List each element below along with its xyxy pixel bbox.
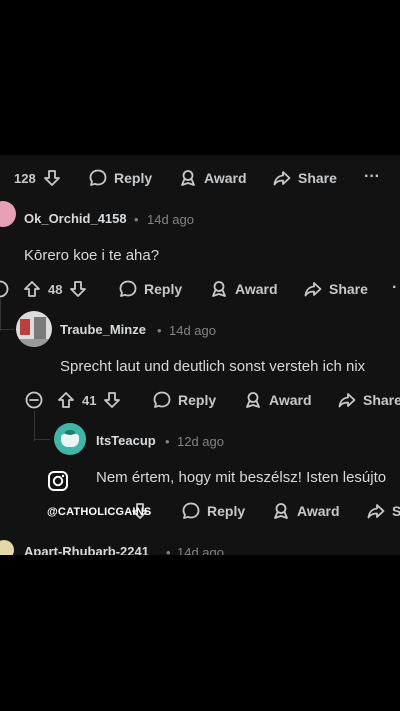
vote-group: 48 — [0, 279, 88, 299]
share-button[interactable]: S — [366, 501, 400, 521]
top-share-button[interactable]: Share — [272, 168, 337, 188]
share-label: Share — [329, 281, 368, 297]
share-label: Share — [298, 170, 337, 186]
comment-body: Sprecht laut und deutlich sonst versteh … — [60, 358, 366, 375]
award-label: Award — [204, 170, 247, 186]
reply-label: Reply — [144, 281, 183, 297]
comment-username[interactable]: Traube_Minze — [60, 322, 146, 337]
reply-button[interactable]: Reply — [181, 501, 245, 521]
comment-username[interactable]: Ok_Orchid_4158 — [24, 211, 127, 226]
comment-time: 14d ago — [169, 323, 216, 338]
award-label: Award — [297, 503, 340, 519]
collapse-icon[interactable] — [0, 279, 10, 299]
comment-bubble-icon — [118, 279, 138, 299]
comment-bubble-icon — [181, 501, 201, 521]
reply-label: Reply — [178, 392, 217, 408]
separator-dot: • — [134, 212, 139, 227]
award-icon — [243, 390, 263, 410]
more-label: · — [392, 279, 398, 296]
thread-connector — [34, 439, 50, 440]
share-icon — [303, 279, 323, 299]
separator-dot: • — [166, 545, 171, 555]
more-button[interactable]: · — [392, 279, 397, 297]
upvote-icon[interactable] — [22, 279, 42, 299]
top-award-button[interactable]: Award — [178, 168, 247, 188]
more-label: ··· — [364, 168, 380, 185]
vote-count: 41 — [82, 392, 97, 408]
thread-line — [34, 411, 35, 441]
award-icon — [209, 279, 229, 299]
downvote-icon[interactable] — [102, 390, 122, 410]
share-label: Share — [363, 392, 400, 408]
reply-label: Reply — [114, 170, 153, 186]
comment-body: Nem értem, hogy mit beszélsz! Isten lesú… — [96, 469, 387, 486]
downvote-icon[interactable] — [42, 168, 62, 188]
top-vote-group: 128 — [0, 168, 62, 188]
separator-dot: • — [165, 434, 170, 449]
award-icon — [178, 168, 198, 188]
instagram-icon — [47, 470, 69, 497]
thread-connector — [0, 329, 14, 330]
collapse-icon[interactable] — [24, 390, 44, 410]
comment-username[interactable]: ItsTeacup — [96, 433, 156, 448]
downvote-icon[interactable] — [68, 279, 88, 299]
vote-group: 41 — [24, 390, 122, 410]
watermark-handle: @CATHOLICGAINS — [47, 506, 152, 518]
avatar[interactable] — [16, 311, 52, 347]
share-button[interactable]: Share — [303, 279, 368, 299]
reply-label: Reply — [207, 503, 246, 519]
vote-count: 48 — [48, 281, 63, 297]
comment-time: 14d ago — [177, 545, 224, 555]
upvote-icon[interactable] — [56, 390, 76, 410]
award-button[interactable]: Award — [243, 390, 312, 410]
comment-bubble-icon — [152, 390, 172, 410]
share-icon — [272, 168, 292, 188]
reply-button[interactable]: Reply — [152, 390, 216, 410]
avatar[interactable] — [0, 540, 14, 555]
award-button[interactable]: Award — [209, 279, 278, 299]
award-label: Award — [235, 281, 278, 297]
share-icon — [366, 501, 386, 521]
avatar[interactable] — [54, 423, 86, 455]
reply-button[interactable]: Reply — [118, 279, 182, 299]
comment-bubble-icon — [88, 168, 108, 188]
share-label: S — [392, 503, 400, 519]
reddit-comment-thread: 128 Reply Award Share ··· Ok_Orchid_4158… — [0, 155, 400, 555]
comment-time: 14d ago — [147, 212, 194, 227]
share-icon — [337, 390, 357, 410]
avatar[interactable] — [0, 201, 16, 227]
comment-body: Kōrero koe i te aha? — [24, 247, 160, 264]
separator-dot: • — [157, 323, 162, 338]
top-more-button[interactable]: ··· — [364, 168, 380, 186]
comment-username[interactable]: Apart-Rhubarb-2241 — [24, 544, 149, 555]
top-reply-button[interactable]: Reply — [88, 168, 152, 188]
top-vote-count: 128 — [14, 170, 36, 186]
thread-line — [0, 299, 1, 331]
comment-time: 12d ago — [177, 434, 224, 449]
award-button[interactable]: Award — [271, 501, 340, 521]
award-icon — [271, 501, 291, 521]
award-label: Award — [269, 392, 312, 408]
share-button[interactable]: Share — [337, 390, 400, 410]
